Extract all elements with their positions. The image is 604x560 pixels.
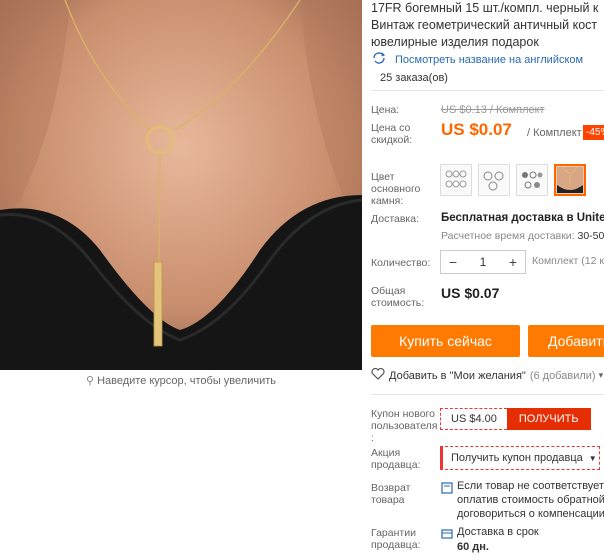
translate-icon: [371, 52, 387, 67]
seller-promo-label: Акция продавца:: [371, 447, 421, 471]
divider: [371, 394, 604, 395]
quantity-stepper: − 1 +: [440, 250, 526, 274]
magnifier-icon: ⚲: [86, 375, 95, 387]
wishlist-button[interactable]: Добавить в "Мои желания" (6 добавили) ▾: [371, 367, 604, 383]
new-user-coupon-label: Купон нового пользователя :: [371, 408, 438, 444]
delivery-time: Расчетное время доставки: 30-50: [441, 230, 604, 242]
title-line-1: 17FR богемный 15 шт./компл. черный к: [371, 1, 599, 15]
guarantee-text: Доставка в срок 60 дн.: [457, 526, 539, 553]
necklace-photo: [0, 0, 362, 370]
total-label: Общая стоимость:: [371, 285, 425, 309]
wishlist-count: (6 добавили): [529, 369, 596, 382]
quantity-available: Комплект (12 ко: [532, 255, 604, 267]
chevron-down-icon[interactable]: ▾: [599, 370, 604, 381]
total-price: US $0.07: [441, 285, 500, 301]
old-price: US $0.13 / Комплект: [441, 104, 545, 116]
discount-badge: -45%: [583, 125, 604, 140]
product-image[interactable]: [0, 0, 362, 370]
quantity-label: Количество:: [371, 257, 431, 269]
shipping-value[interactable]: Бесплатная доставка в United St: [441, 212, 604, 224]
add-to-cart-button[interactable]: Добавить: [528, 325, 604, 357]
zoom-hint: ⚲ Наведите курсор, чтобы увеличить: [86, 375, 276, 387]
translate-link[interactable]: Посмотреть название на английском: [371, 52, 583, 67]
guarantee-days: 60 дн.: [457, 541, 489, 553]
delivery-guarantee-icon: [441, 527, 453, 545]
quantity-input[interactable]: 1: [465, 255, 501, 269]
title-line-3: ювелирные изделия подарок: [371, 35, 539, 49]
current-price: US $0.07: [441, 120, 512, 139]
seller-coupon-dropdown[interactable]: Получить купон продавца ▼: [440, 446, 600, 470]
get-coupon-button[interactable]: ПОЛУЧИТЬ: [506, 408, 591, 430]
shipping-label: Доставка:: [371, 213, 420, 225]
discount-price-label: Цена со скидкой:: [371, 122, 413, 146]
orders-count: 25 заказа(ов): [380, 72, 448, 84]
divider: [371, 90, 604, 91]
variant-swatches: [440, 164, 586, 196]
heart-icon: [371, 367, 385, 383]
returns-label: Возврат товара: [371, 482, 411, 506]
guarantee-label: Гарантии продавца:: [371, 527, 421, 551]
buy-now-button[interactable]: Купить сейчас: [371, 325, 520, 357]
earring-set-2-icon[interactable]: [478, 164, 510, 196]
new-user-coupon: US $4.00 ПОЛУЧИТЬ: [440, 408, 591, 430]
price-label: Цена:: [371, 104, 400, 116]
product-title: 17FR богемный 15 шт./компл. черный к Вин…: [371, 0, 604, 51]
necklace-photo-icon[interactable]: [554, 164, 586, 196]
chevron-down-icon: ▼: [588, 453, 597, 463]
quantity-plus-button[interactable]: +: [501, 254, 525, 270]
earring-set-3-icon[interactable]: [516, 164, 548, 196]
quantity-minus-button[interactable]: −: [441, 254, 465, 270]
return-policy-icon: [441, 481, 453, 499]
return-policy-text: Если товар не соответствует о оплатив ст…: [457, 480, 604, 520]
title-line-2: Винтаж геометрический античный кост: [371, 18, 598, 32]
price-unit: / Комплект: [527, 127, 582, 139]
earring-set-1-icon[interactable]: [440, 164, 472, 196]
variant-label: Цвет основного камня:: [371, 171, 421, 207]
coupon-value: US $4.00: [440, 408, 507, 430]
